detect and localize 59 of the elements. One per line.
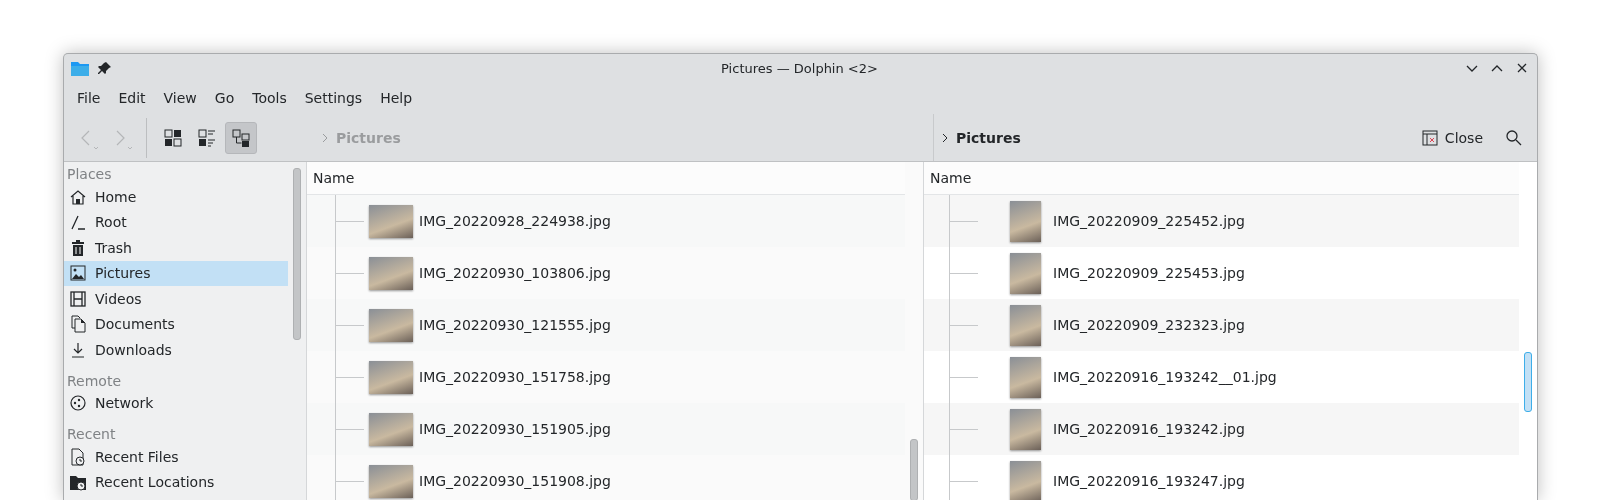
icons-view-icon xyxy=(164,128,182,147)
view-mode-button[interactable] xyxy=(225,121,257,154)
sidebar-item[interactable]: Trash xyxy=(64,235,288,261)
film-icon xyxy=(69,289,87,308)
photo-placeholder xyxy=(369,360,413,394)
photo-placeholder xyxy=(369,412,413,446)
scrollbar-thumb[interactable] xyxy=(910,439,918,500)
photo-placeholder xyxy=(369,204,413,238)
compact-view-icon xyxy=(198,128,216,147)
sidebar-item[interactable]: Pictures xyxy=(64,260,288,286)
menu-item[interactable]: File xyxy=(68,87,110,109)
sidebar-item[interactable]: Network xyxy=(64,390,288,416)
recent-folder-icon xyxy=(69,473,87,492)
menu-item[interactable]: Settings xyxy=(295,87,372,109)
file-row[interactable]: IMG_20220909_225452.jpg xyxy=(924,195,1519,247)
pin-icon[interactable] xyxy=(98,61,112,75)
picture-icon xyxy=(69,264,87,283)
close-icon[interactable] xyxy=(1515,61,1529,75)
photo-placeholder xyxy=(1010,460,1041,500)
section-heading: Recent xyxy=(66,425,117,444)
menu-item[interactable]: Tools xyxy=(243,87,296,109)
sidebar-item[interactable]: Documents xyxy=(64,311,288,337)
download-icon xyxy=(69,340,87,359)
photo-placeholder xyxy=(1010,408,1041,450)
menu-item[interactable]: Help xyxy=(371,87,422,109)
menu-item[interactable]: Go xyxy=(205,87,244,109)
sidebar-item[interactable]: Root xyxy=(64,209,288,235)
sidebar-item[interactable]: Downloads xyxy=(64,337,288,363)
scrollbar-thumb[interactable] xyxy=(293,168,301,340)
sidebar-item[interactable]: Home xyxy=(64,184,288,210)
photo-placeholder xyxy=(1010,252,1041,294)
file-row[interactable]: IMG_20220909_232323.jpg xyxy=(924,299,1519,351)
menu-item[interactable]: View xyxy=(154,87,206,109)
section-heading: Remote xyxy=(66,371,123,391)
close-view-icon xyxy=(1421,129,1438,146)
file-row[interactable]: IMG_20220916_193242.jpg xyxy=(924,403,1519,455)
sidebar-item[interactable]: Recent Files xyxy=(64,444,288,470)
folder-icon xyxy=(70,59,90,77)
root-slash-icon xyxy=(69,213,87,232)
photo-placeholder xyxy=(1010,356,1041,398)
network-icon xyxy=(69,394,87,413)
search-icon xyxy=(1505,128,1523,147)
trash-icon xyxy=(69,238,87,257)
details-view-icon xyxy=(232,128,250,147)
scrollbar-thumb[interactable] xyxy=(1524,352,1532,412)
photo-placeholder xyxy=(1010,200,1041,242)
photo-placeholder xyxy=(369,308,413,342)
photo-placeholder xyxy=(369,464,413,498)
close-split-button[interactable]: Close xyxy=(1415,125,1489,150)
documents-icon xyxy=(69,315,87,334)
photo-placeholder xyxy=(1010,304,1041,346)
breadcrumb[interactable]: Pictures xyxy=(956,129,1021,146)
recent-file-icon xyxy=(69,447,87,466)
sidebar-item[interactable]: Videos xyxy=(64,286,288,312)
menu-item[interactable]: Edit xyxy=(109,87,155,109)
sidebar-item[interactable]: Recent Locations xyxy=(64,469,288,495)
window-title: Pictures — Dolphin <2> xyxy=(720,60,879,76)
photo-placeholder xyxy=(369,256,413,290)
section-heading: Places xyxy=(66,165,113,184)
